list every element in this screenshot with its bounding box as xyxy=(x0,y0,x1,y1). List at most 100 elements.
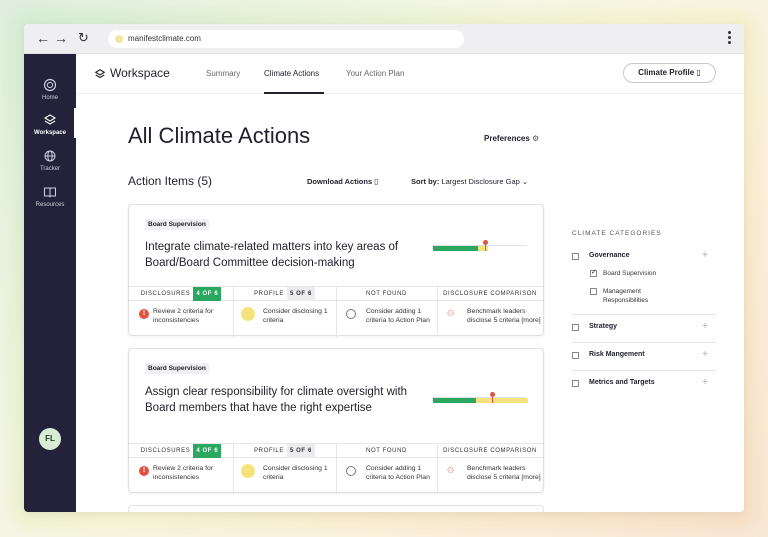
checkbox[interactable] xyxy=(590,288,597,295)
tab-your-action-plan[interactable]: Your Action Plan xyxy=(346,69,404,78)
alert-icon: ! xyxy=(139,309,149,319)
plus-icon[interactable]: + xyxy=(702,250,708,261)
people-icon: ⚇ xyxy=(447,309,455,318)
gap-bar-yellow xyxy=(478,246,488,251)
action-card[interactable] xyxy=(128,505,544,512)
disclosures-text: Review 2 criteria for inconsistencies xyxy=(153,465,214,481)
chevron-down-icon: ⌄ xyxy=(521,177,529,186)
sidebar-item-label: Resources xyxy=(35,202,65,208)
action-card[interactable]: Board Supervision Assign clear responsib… xyxy=(128,348,544,494)
comparison-cell[interactable]: ⚇ Benchmark leaders disclose 5 criteria [… xyxy=(437,302,543,336)
disclosures-cell[interactable]: ! Review 2 criteria for inconsistencies xyxy=(129,459,233,493)
target-icon xyxy=(346,309,356,319)
gap-bar-yellow xyxy=(476,398,528,403)
tab-summary[interactable]: Summary xyxy=(206,69,240,78)
preferences-button[interactable]: Preferences ⚙ xyxy=(484,134,539,143)
disclosures-cell[interactable]: ! Review 2 criteria for inconsistencies xyxy=(129,302,233,336)
disclosures-badge: 4 OF 6 xyxy=(193,287,222,301)
comparison-text: Benchmark leaders disclose 5 criteria [m… xyxy=(467,465,541,481)
sidebar: Home Workspace Tracker Resources FL xyxy=(24,54,76,512)
page-title: All Climate Actions xyxy=(128,123,311,148)
plus-icon[interactable]: + xyxy=(702,321,708,332)
profile-cell[interactable]: Consider disclosing 1 criteria xyxy=(233,302,336,336)
clipboard-icon: ▯ xyxy=(696,68,701,77)
checkbox[interactable] xyxy=(572,380,579,387)
globe-icon xyxy=(44,150,56,162)
sidebar-item-workspace[interactable]: Workspace xyxy=(24,113,76,136)
not-found-cell[interactable]: Consider adding 1 criteria to Action Pla… xyxy=(336,459,437,493)
checkbox[interactable] xyxy=(572,352,579,359)
target-icon xyxy=(346,466,356,476)
profile-text: Consider disclosing 1 criteria xyxy=(263,465,328,481)
subcategory-label: Board Supervision xyxy=(603,270,657,277)
action-card[interactable]: Board Supervision Integrate climate-rela… xyxy=(128,204,544,337)
book-icon xyxy=(44,187,56,198)
column-label: DISCLOSURES xyxy=(140,448,191,454)
plus-icon[interactable]: + xyxy=(702,377,708,388)
disclosures-text: Review 2 criteria for inconsistencies xyxy=(153,308,214,324)
tab-climate-actions[interactable]: Climate Actions xyxy=(264,69,319,78)
climate-profile-label: Climate Profile xyxy=(638,68,695,77)
sort-dropdown[interactable]: Sort by: Largest Disclosure Gap ⌄ xyxy=(411,177,528,186)
preferences-label: Preferences xyxy=(484,134,530,143)
checkbox[interactable] xyxy=(572,253,579,260)
top-nav: Workspace Summary Climate Actions Your A… xyxy=(76,54,744,94)
profile-cell[interactable]: Consider disclosing 1 criteria xyxy=(233,459,336,493)
sort-label: Sort by: xyxy=(411,177,440,186)
sidebar-item-label: Workspace xyxy=(34,130,66,136)
disclosures-badge: 4 OF 6 xyxy=(193,444,222,458)
categories-title: CLIMATE CATEGORIES xyxy=(572,230,662,237)
browser-menu-icon[interactable] xyxy=(728,31,732,46)
column-not-found: NOT FOUND xyxy=(336,287,437,301)
divider xyxy=(572,370,716,371)
category-tag: Board Supervision xyxy=(145,363,209,374)
column-disclosures: DISCLOSURES 4 OF 6 xyxy=(129,287,233,301)
forward-arrow-icon[interactable]: → xyxy=(54,30,68,46)
comparison-cell[interactable]: ⚇ Benchmark leaders disclose 5 criteria [… xyxy=(437,459,543,493)
not-found-text: Consider adding 1 criteria to Action Pla… xyxy=(366,308,430,324)
profile-badge: 5 OF 6 xyxy=(286,287,315,301)
sidebar-item-home[interactable]: Home xyxy=(24,78,76,101)
reload-icon[interactable]: ↻ xyxy=(78,30,89,46)
category-label: Metrics and Targets xyxy=(589,379,655,386)
divider xyxy=(572,314,716,315)
column-disclosure-comparison: DISCLOSURE COMPARISON xyxy=(437,287,543,301)
plus-icon[interactable]: + xyxy=(702,349,708,360)
sidebar-item-label: Tracker xyxy=(39,166,61,172)
people-icon: ⚇ xyxy=(447,466,455,475)
column-profile: PROFILE 5 OF 6 xyxy=(233,444,336,458)
sidebar-item-tracker[interactable]: Tracker xyxy=(24,149,76,172)
link-icon xyxy=(241,464,255,478)
column-label: DISCLOSURES xyxy=(140,291,191,297)
comparison-text: Benchmark leaders disclose 5 criteria [m… xyxy=(467,308,541,324)
link-icon xyxy=(241,307,255,321)
checkbox[interactable] xyxy=(590,268,597,277)
profile-badge: 5 OF 6 xyxy=(286,444,315,458)
disclosure-gap-bar xyxy=(432,240,528,251)
workspace-title: Workspace xyxy=(94,66,170,80)
avatar[interactable]: FL xyxy=(39,428,61,450)
back-arrow-icon[interactable]: ← xyxy=(36,30,50,46)
not-found-text: Consider adding 1 criteria to Action Pla… xyxy=(366,465,430,481)
browser-window: ← → ↻ manifestclimate.com Home Workspace… xyxy=(24,24,744,512)
download-actions-button[interactable]: Download Actions ▯ xyxy=(307,177,378,186)
gap-bar-green xyxy=(433,398,476,403)
category-label: Strategy xyxy=(589,323,618,330)
workspace-title-text: Workspace xyxy=(110,66,170,80)
not-found-cell[interactable]: Consider adding 1 criteria to Action Pla… xyxy=(336,302,437,336)
address-bar[interactable]: manifestclimate.com xyxy=(108,30,464,48)
column-not-found: NOT FOUND xyxy=(336,444,437,458)
divider xyxy=(572,342,716,343)
sidebar-item-resources[interactable]: Resources xyxy=(24,185,76,208)
gap-marker-pin xyxy=(483,240,488,251)
alert-icon: ! xyxy=(139,466,149,476)
checkbox[interactable] xyxy=(572,324,579,331)
category-tag: Board Supervision xyxy=(145,219,209,230)
home-icon xyxy=(43,78,57,92)
column-disclosure-comparison: DISCLOSURE COMPARISON xyxy=(437,444,543,458)
sidebar-item-label: Home xyxy=(41,95,58,101)
action-title: Assign clear responsibility for climate … xyxy=(145,386,408,414)
sort-value: Largest Disclosure Gap xyxy=(441,177,520,186)
climate-profile-button[interactable]: Climate Profile ▯ xyxy=(623,63,716,83)
document-icon: ▯ xyxy=(374,177,379,186)
